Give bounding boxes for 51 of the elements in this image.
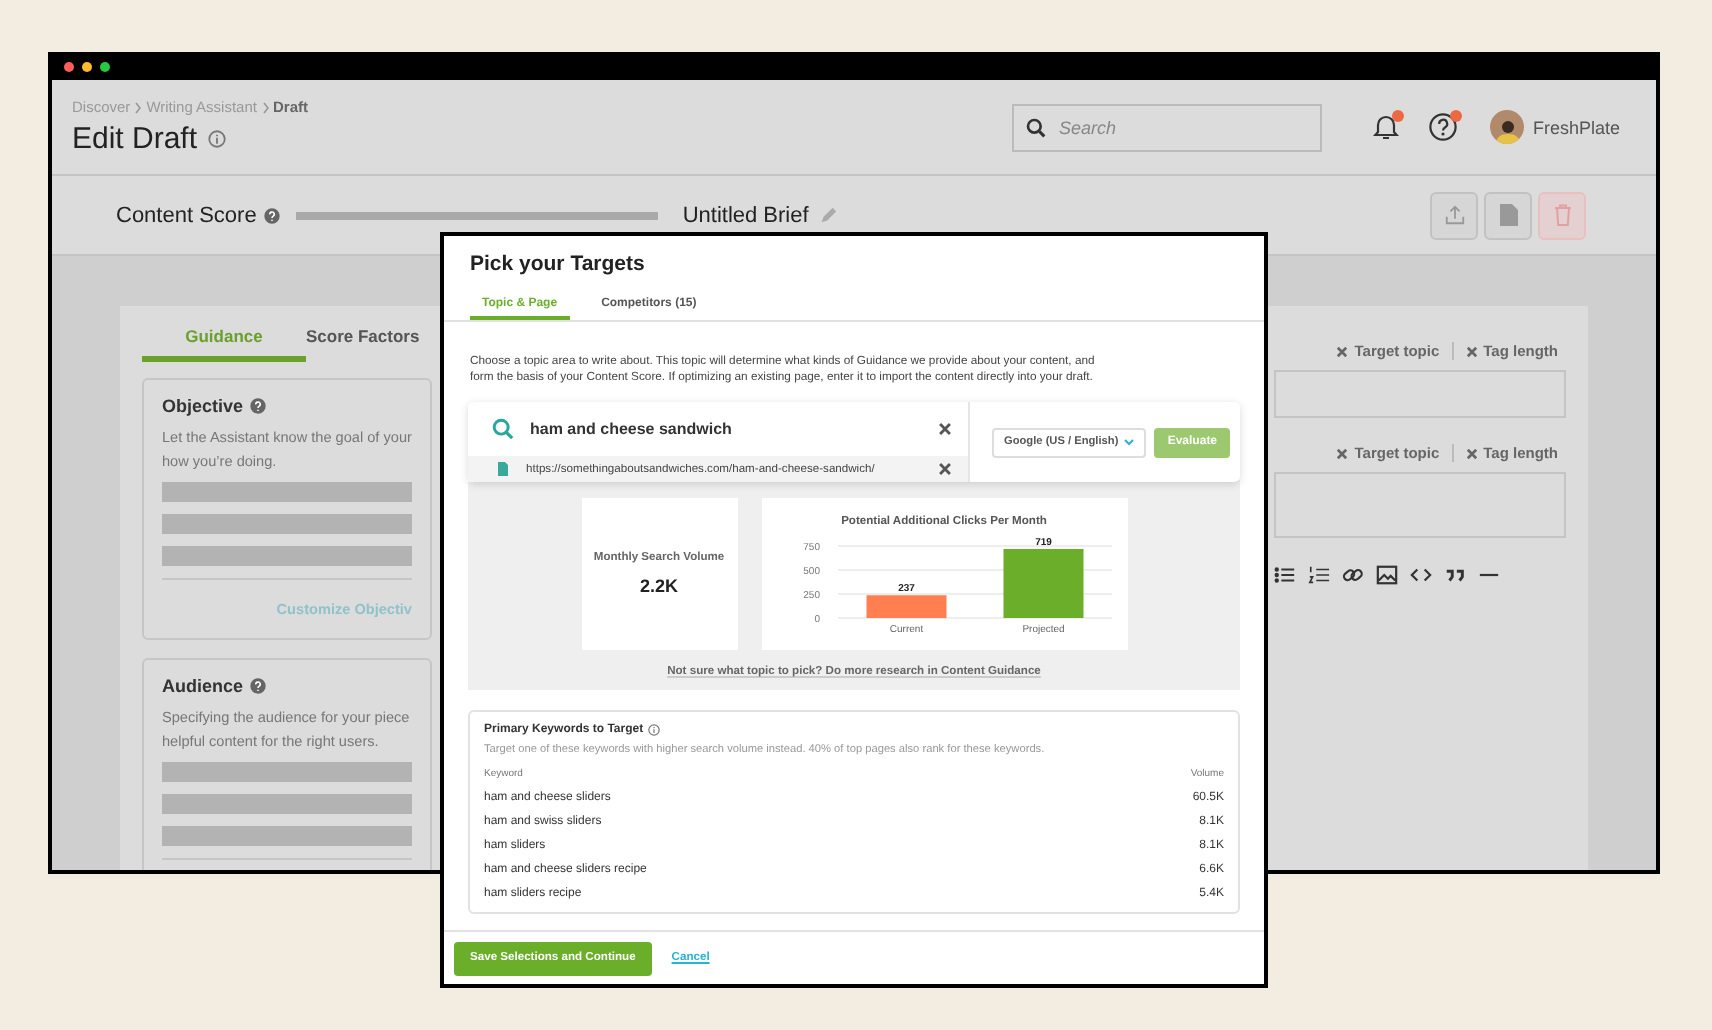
help-icon <box>264 207 281 223</box>
help-button[interactable] <box>1428 112 1459 142</box>
search-icon <box>492 418 514 440</box>
user-name[interactable]: FreshPlate <box>1532 117 1620 137</box>
help-icon <box>249 398 266 414</box>
document-icon <box>498 462 508 476</box>
share-icon <box>1443 204 1465 226</box>
notifications-button[interactable] <box>1372 112 1401 142</box>
search-icon <box>1026 117 1047 137</box>
chevron-icon <box>261 101 269 113</box>
user-avatar[interactable] <box>1490 110 1525 144</box>
code-icon[interactable] <box>1410 564 1432 586</box>
dialog-title: Pick your Targets <box>468 250 647 276</box>
content-score-label: Content Score <box>116 203 257 227</box>
remove-icon <box>1465 447 1478 459</box>
remove-icon <box>1465 345 1478 357</box>
text-field[interactable] <box>1274 472 1566 538</box>
page-title: Edit Draft <box>72 122 198 156</box>
minimize-window-icon[interactable] <box>82 61 92 71</box>
search-field[interactable]: Search <box>1058 117 1309 137</box>
maximize-window-icon[interactable] <box>100 61 110 71</box>
clear-button[interactable] <box>938 422 952 436</box>
bullet-list-icon[interactable] <box>1274 564 1296 586</box>
chevron-down-icon <box>1124 438 1135 446</box>
card-title: Objective <box>162 396 244 416</box>
close-icon <box>938 422 952 436</box>
help-icon <box>249 678 266 694</box>
brief-title: Untitled Brief <box>682 203 809 227</box>
document-icon <box>1499 204 1517 226</box>
question-icon <box>1428 112 1459 142</box>
clear-button[interactable] <box>938 462 952 476</box>
chevron-icon <box>134 101 143 113</box>
link-icon[interactable] <box>1342 564 1364 586</box>
info-icon <box>207 130 226 148</box>
image-icon[interactable] <box>1376 564 1398 586</box>
search-box[interactable]: Search <box>1012 103 1323 151</box>
close-window-icon[interactable] <box>64 61 74 71</box>
remove-icon <box>1336 447 1349 459</box>
guidance-tab[interactable]: Score Factors <box>306 320 420 362</box>
text-field[interactable] <box>1274 370 1566 418</box>
info-icon <box>647 724 660 736</box>
close-icon <box>938 462 952 476</box>
trash-icon <box>1553 204 1571 226</box>
guidance-tab[interactable]: Guidance <box>142 320 306 362</box>
remove-icon <box>1336 345 1349 357</box>
bell-icon <box>1372 112 1401 142</box>
numbered-list-icon[interactable] <box>1308 564 1330 586</box>
card-title: Audience <box>162 676 244 696</box>
quote-icon[interactable] <box>1444 564 1466 586</box>
topic-field[interactable]: ham and cheese sandwich <box>526 418 926 440</box>
stat-value: 2.2K <box>639 576 678 596</box>
